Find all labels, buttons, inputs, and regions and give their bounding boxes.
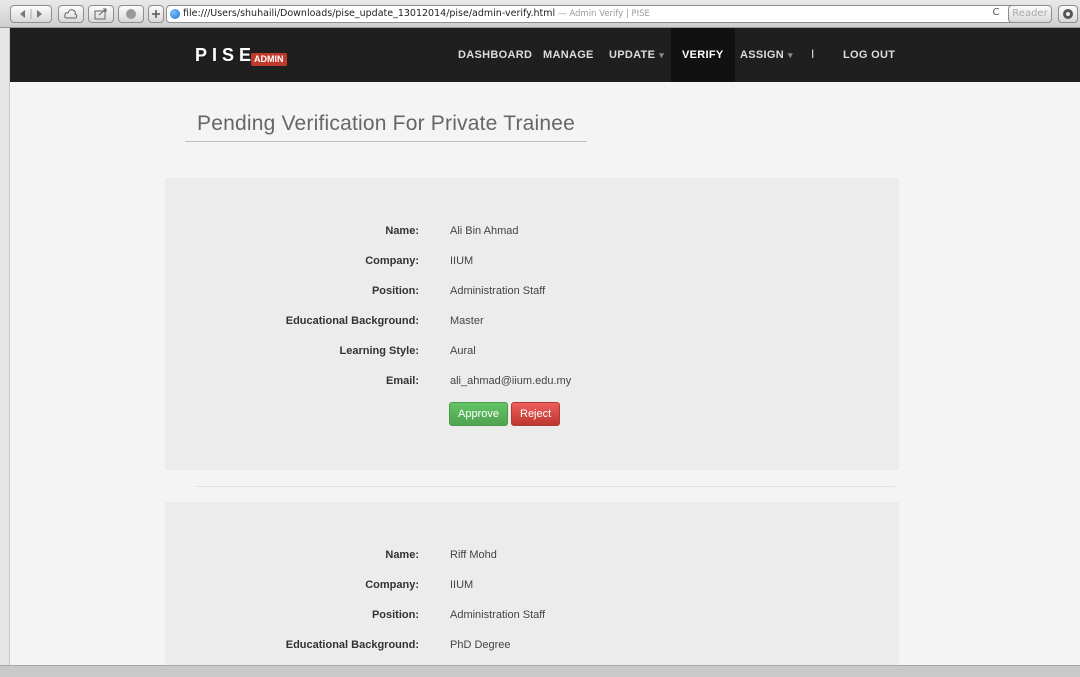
position-label: Position: bbox=[371, 609, 419, 621]
stop-icon bbox=[126, 9, 136, 19]
back-forward-buttons[interactable] bbox=[10, 5, 52, 23]
position-value: Administration Staff bbox=[450, 285, 546, 297]
detail-row-position: Position: Administration Staff bbox=[165, 609, 899, 629]
globe-icon bbox=[170, 9, 180, 19]
education-value: Master bbox=[450, 315, 484, 327]
nav-verify[interactable]: VERIFY bbox=[671, 28, 735, 82]
top-navbar: PISE ADMIN DASHBOARD MANAGE UPDATE ▾ VERI… bbox=[10, 28, 1080, 82]
email-value: ali_ahmad@iium.edu.my bbox=[450, 375, 572, 387]
detail-row-name: Name: Riff Mohd bbox=[165, 549, 899, 569]
chevron-down-icon: ▾ bbox=[787, 50, 793, 60]
nav-separator: I bbox=[811, 47, 815, 61]
window-bottom-edge bbox=[0, 665, 1080, 677]
name-label: Name: bbox=[385, 225, 419, 237]
page-title: Pending Verification For Private Trainee bbox=[185, 112, 588, 142]
detail-row-education: Educational Background: Master bbox=[165, 315, 899, 335]
name-label: Name: bbox=[385, 549, 419, 561]
plus-icon bbox=[152, 10, 160, 18]
browser-toolbar: file:///Users/shuhaili/Downloads/pise_up… bbox=[0, 0, 1080, 28]
reader-button[interactable]: Reader bbox=[1008, 5, 1052, 23]
card-divider bbox=[195, 486, 895, 487]
downloads-button[interactable] bbox=[1058, 5, 1078, 23]
back-forward-icon bbox=[20, 9, 42, 19]
nav-verify-label: VERIFY bbox=[682, 49, 724, 61]
detail-row-name: Name: Ali Bin Ahmad bbox=[165, 225, 899, 245]
icloud-button[interactable] bbox=[58, 5, 84, 23]
position-value: Administration Staff bbox=[450, 609, 546, 621]
chevron-down-icon: ▾ bbox=[659, 50, 665, 60]
nav-dashboard[interactable]: DASHBOARD bbox=[447, 28, 543, 82]
nav-dashboard-label: DASHBOARD bbox=[458, 49, 533, 61]
education-label: Educational Background: bbox=[285, 315, 419, 327]
education-label: Educational Background: bbox=[285, 639, 419, 651]
admin-badge: ADMIN bbox=[251, 53, 287, 66]
nav-manage[interactable]: MANAGE bbox=[532, 28, 605, 82]
nav-logout[interactable]: LOG OUT bbox=[832, 28, 906, 82]
detail-row-email: Email: ali_ahmad@iium.edu.my bbox=[165, 375, 899, 395]
nav-update-label: UPDATE bbox=[609, 49, 656, 61]
nav-assign-label: ASSIGN bbox=[740, 49, 784, 61]
detail-row-learning-style: Learning Style: Aural bbox=[165, 345, 899, 365]
reject-button[interactable]: Reject bbox=[511, 402, 561, 426]
nav-update[interactable]: UPDATE ▾ bbox=[598, 28, 675, 82]
share-icon bbox=[94, 8, 107, 20]
address-bar[interactable]: file:///Users/shuhaili/Downloads/pise_up… bbox=[166, 5, 1026, 23]
detail-row-company: Company: IIUM bbox=[165, 255, 899, 275]
detail-row-education: Educational Background: PhD Degree bbox=[165, 639, 899, 659]
reload-icon[interactable]: C bbox=[990, 5, 1002, 23]
company-value: IIUM bbox=[450, 579, 474, 591]
company-value: IIUM bbox=[450, 255, 474, 267]
email-label: Email: bbox=[385, 375, 419, 387]
nav-logout-label: LOG OUT bbox=[843, 49, 896, 61]
nav-manage-label: MANAGE bbox=[543, 49, 594, 61]
download-icon bbox=[1063, 9, 1073, 19]
detail-row-company: Company: IIUM bbox=[165, 579, 899, 599]
nav-assign[interactable]: ASSIGN ▾ bbox=[729, 28, 804, 82]
detail-row-position: Position: Administration Staff bbox=[165, 285, 899, 305]
company-label: Company: bbox=[365, 579, 419, 591]
brand-logo[interactable]: PISE bbox=[195, 45, 256, 66]
window-left-edge bbox=[0, 28, 10, 677]
name-value: Riff Mohd bbox=[450, 549, 497, 561]
trainee-card: Name: Riff Mohd Company: IIUM Position: … bbox=[165, 502, 899, 677]
share-button[interactable] bbox=[88, 5, 114, 23]
position-label: Position: bbox=[371, 285, 419, 297]
action-row: Approve Reject bbox=[165, 402, 899, 426]
cloud-icon bbox=[64, 9, 78, 19]
education-value: PhD Degree bbox=[450, 639, 511, 651]
learning-style-label: Learning Style: bbox=[339, 345, 419, 357]
name-value: Ali Bin Ahmad bbox=[450, 225, 519, 237]
company-label: Company: bbox=[365, 255, 419, 267]
learning-style-value: Aural bbox=[450, 345, 476, 357]
stop-button[interactable] bbox=[118, 5, 144, 23]
page-tab-title: — Admin Verify | PISE bbox=[558, 9, 650, 19]
new-tab-button[interactable] bbox=[148, 5, 164, 23]
trainee-card: Name: Ali Bin Ahmad Company: IIUM Positi… bbox=[165, 178, 899, 470]
url-text: file:///Users/shuhaili/Downloads/pise_up… bbox=[183, 8, 556, 19]
approve-button[interactable]: Approve bbox=[449, 402, 508, 426]
